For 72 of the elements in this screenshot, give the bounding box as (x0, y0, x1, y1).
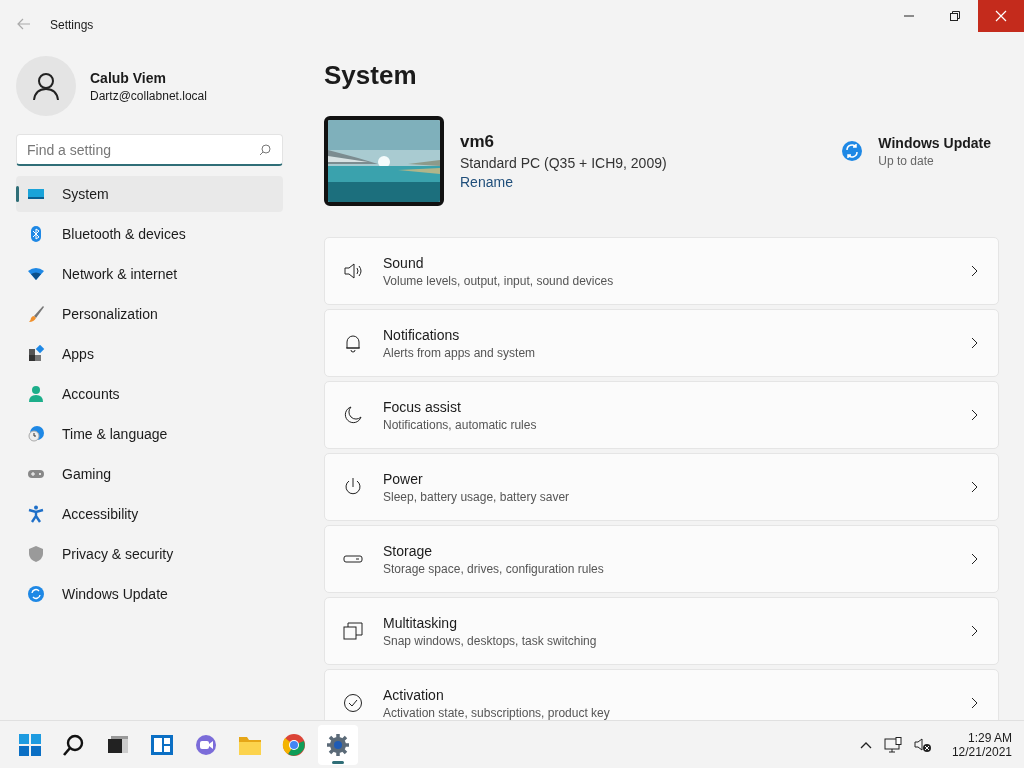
moon-icon (343, 405, 363, 425)
card-title: Power (383, 470, 424, 487)
sidebar-item[interactable]: Privacy & security (16, 536, 283, 572)
chevron-icon (971, 625, 978, 637)
search-field[interactable]: Find a setting (16, 134, 283, 166)
sidebar-item[interactable]: System (16, 176, 283, 212)
sidebar-item[interactable]: Gaming (16, 456, 283, 492)
user-email: Dartz@collabnet.local (90, 88, 207, 103)
chevron-icon (971, 409, 978, 421)
settings-card[interactable]: Activation Activation state, subscriptions, product key (324, 669, 999, 720)
sidebar-item[interactable]: Personalization (16, 296, 283, 332)
card-subtitle: Volume levels, output, input, sound devices (383, 273, 615, 288)
sync-icon (27, 585, 45, 603)
shield-icon (27, 545, 45, 563)
clock-date[interactable]: 12/21/2021 (951, 744, 1012, 759)
windows-stack-icon (343, 621, 363, 641)
card-subtitle: Snap windows, desktops, task switching (383, 633, 598, 648)
card-title: Storage (383, 542, 434, 559)
card-subtitle: Notifications, automatic rules (383, 417, 538, 432)
card-title: Multitasking (383, 614, 458, 631)
chevron-icon (971, 481, 978, 493)
brush-icon (27, 305, 45, 323)
sidebar-item[interactable]: Apps (16, 336, 283, 372)
settings-card[interactable]: Multitasking Snap windows, desktops, task switching (324, 597, 999, 665)
person-icon (27, 385, 45, 403)
card-subtitle: Storage space, drives, configuration rules (383, 561, 605, 576)
user-name: Calub Viem (90, 69, 167, 86)
search-icon (259, 144, 271, 156)
rename-link[interactable]: Rename (460, 174, 667, 190)
window-title: Settings (50, 18, 94, 32)
restore-icon (950, 11, 960, 21)
card-title: Activation (383, 686, 445, 703)
card-title: Notifications (383, 326, 461, 343)
sidebar-item[interactable]: Time & language (16, 416, 283, 452)
sidebar-item[interactable]: Accessibility (16, 496, 283, 532)
sidebar-item[interactable]: Network & internet (16, 256, 283, 292)
speaker-icon (343, 261, 363, 281)
update-title[interactable]: Windows Update (878, 134, 991, 151)
network-icon[interactable] (883, 736, 902, 753)
chevron-icon (971, 337, 978, 349)
power-icon (343, 477, 363, 497)
settings-card[interactable]: Sound Volume levels, output, input, sound devices (324, 237, 999, 305)
sidebar-item[interactable]: Accounts (16, 376, 283, 412)
clock-globe-icon (27, 425, 45, 443)
close-icon (995, 10, 1007, 22)
clock-time[interactable]: 1:29 AM (967, 730, 1012, 745)
gear-icon[interactable] (318, 724, 358, 765)
settings-card[interactable]: Focus assist Notifications, automatic rules (324, 381, 999, 449)
chevron-icon (971, 553, 978, 565)
apps-icon (27, 345, 45, 363)
update-status: Up to date (878, 153, 935, 168)
sidebar-item[interactable]: Bluetooth & devices (16, 216, 283, 252)
sync-icon (841, 140, 864, 162)
card-subtitle: Activation state, subscriptions, product key (383, 705, 611, 720)
device-name: vm6 (460, 132, 496, 152)
check-circle-icon (343, 693, 363, 713)
card-subtitle: Sleep, battery usage, battery saver (383, 489, 571, 504)
settings-card[interactable]: Storage Storage space, drives, configuration rules (324, 525, 999, 593)
chevron-icon (971, 697, 978, 709)
sidebar-item[interactable]: Windows Update (16, 576, 283, 612)
settings-card[interactable]: Notifications Alerts from apps and system (324, 309, 999, 377)
speaker-muted-icon[interactable] (913, 736, 932, 753)
card-subtitle: Alerts from apps and system (383, 345, 537, 360)
bell-icon (343, 333, 363, 353)
page-title: System (324, 60, 418, 90)
chevron-icon (971, 265, 978, 277)
card-title: Focus assist (383, 398, 462, 415)
accessibility-icon (27, 505, 45, 523)
chevron-up-icon[interactable] (859, 740, 872, 749)
settings-card[interactable]: Power Sleep, battery usage, battery saver (324, 453, 999, 521)
device-model: Standard PC (Q35 + ICH9, 2009) (460, 155, 667, 171)
card-title: Sound (383, 254, 425, 271)
